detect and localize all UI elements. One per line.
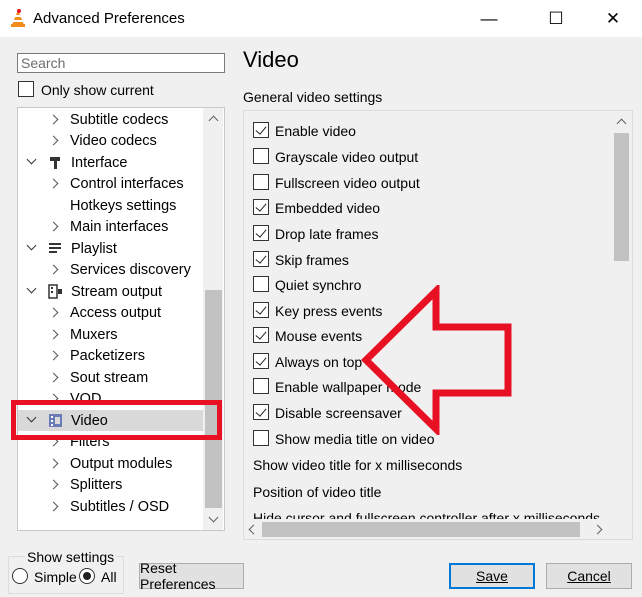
tree-item-services-discovery[interactable]: Services discovery	[18, 259, 208, 280]
tree-item-interface[interactable]: Interface	[18, 152, 208, 173]
chevron-right-icon[interactable]	[48, 178, 59, 189]
tree-item-hotkeys-settings[interactable]: Hotkeys settings	[18, 195, 208, 216]
show-settings-label: Show settings	[25, 549, 117, 565]
tree-item-output-modules[interactable]: Output modules	[18, 453, 208, 474]
video-title-duration-label: Show video title for x milliseconds	[253, 457, 463, 473]
option-label: Drop late frames	[275, 226, 379, 242]
video-title-position-label: Position of video title	[253, 484, 382, 500]
chevron-down-icon[interactable]	[26, 283, 37, 294]
option-label: Enable video	[275, 123, 356, 139]
category-tree[interactable]: Subtitle codecs Video codecs Interface C…	[17, 107, 225, 531]
chevron-right-icon[interactable]	[48, 221, 59, 232]
reset-preferences-button[interactable]: Reset Preferences	[139, 560, 244, 592]
chevron-right-icon[interactable]	[48, 264, 59, 275]
chevron-right-icon[interactable]	[48, 135, 59, 146]
maximize-button[interactable]: ☐	[533, 0, 579, 37]
minimize-button[interactable]: —	[466, 0, 512, 37]
disable-screensaver-checkbox[interactable]	[253, 404, 269, 420]
title-bar: Advanced Preferences — ☐ ✕	[0, 0, 642, 37]
stream-output-icon	[48, 284, 62, 299]
only-show-current-label: Only show current	[41, 82, 154, 98]
chevron-down-icon[interactable]	[26, 240, 37, 251]
mouse-events-checkbox[interactable]	[253, 327, 269, 343]
close-button[interactable]: ✕	[590, 0, 636, 37]
option-label: Fullscreen video output	[275, 175, 420, 191]
tree-item-video-codecs[interactable]: Video codecs	[18, 130, 208, 151]
clipped-row: Hide cursor and fullscreen controller af…	[253, 510, 610, 519]
tree-item-control-interfaces[interactable]: Control interfaces	[18, 173, 208, 194]
simple-label: Simple	[34, 569, 77, 585]
tree-item-main-interfaces[interactable]: Main interfaces	[18, 216, 208, 237]
wallpaper-mode-checkbox[interactable]	[253, 378, 269, 394]
tree-item-playlist[interactable]: Playlist	[18, 238, 208, 259]
section-heading: Video	[243, 47, 299, 72]
section-subheading: General video settings	[243, 89, 383, 105]
hide-cursor-label: Hide cursor and fullscreen controller af…	[253, 510, 601, 519]
interface-icon	[50, 157, 60, 169]
chevron-right-icon[interactable]	[48, 372, 59, 383]
tree-item-subtitle-codecs[interactable]: Subtitle codecs	[18, 109, 208, 130]
option-label: Skip frames	[275, 252, 349, 268]
enable-video-checkbox[interactable]	[253, 122, 269, 138]
chevron-right-icon[interactable]	[48, 501, 59, 512]
save-button[interactable]: Save	[449, 563, 535, 589]
quiet-synchro-checkbox[interactable]	[253, 276, 269, 292]
tree-item-subtitles-osd[interactable]: Subtitles / OSD	[18, 496, 208, 517]
tree-scrollbar-thumb[interactable]	[205, 290, 222, 508]
search-input[interactable]: Search	[17, 53, 225, 73]
tree-item-muxers[interactable]: Muxers	[18, 324, 208, 345]
settings-scrollbar-thumb[interactable]	[614, 133, 629, 261]
chevron-right-icon[interactable]	[48, 479, 59, 490]
option-label: Always on top	[275, 354, 363, 370]
only-show-current-checkbox[interactable]	[18, 81, 34, 97]
option-label: Embedded video	[275, 200, 381, 216]
tree-item-sout-stream[interactable]: Sout stream	[18, 367, 208, 388]
tree-item-packetizers[interactable]: Packetizers	[18, 345, 208, 366]
chevron-right-icon[interactable]	[48, 307, 59, 318]
fullscreen-checkbox[interactable]	[253, 174, 269, 190]
option-label: Quiet synchro	[275, 277, 362, 293]
red-arrow-annotation	[361, 285, 512, 435]
embedded-video-checkbox[interactable]	[253, 199, 269, 215]
chevron-right-icon[interactable]	[48, 329, 59, 340]
all-radio[interactable]	[79, 568, 95, 584]
cancel-button[interactable]: Cancel	[546, 563, 632, 589]
simple-radio[interactable]	[12, 568, 28, 584]
tree-item-stream-output[interactable]: Stream output	[18, 281, 208, 302]
tree-item-splitters[interactable]: Splitters	[18, 474, 208, 495]
all-label: All	[101, 569, 117, 585]
chevron-down-icon[interactable]	[26, 154, 37, 165]
chevron-right-icon[interactable]	[48, 458, 59, 469]
chevron-right-icon[interactable]	[48, 350, 59, 361]
playlist-icon	[49, 243, 61, 253]
key-press-events-checkbox[interactable]	[253, 302, 269, 318]
show-media-title-checkbox[interactable]	[253, 430, 269, 446]
tree-item-access-output[interactable]: Access output	[18, 302, 208, 323]
skip-frames-checkbox[interactable]	[253, 251, 269, 267]
grayscale-checkbox[interactable]	[253, 148, 269, 164]
chevron-right-icon[interactable]	[48, 114, 59, 125]
option-label: Mouse events	[275, 328, 363, 344]
window-title: Advanced Preferences	[33, 10, 185, 27]
option-label: Grayscale video output	[275, 149, 419, 165]
highlight-box	[11, 400, 222, 440]
always-on-top-checkbox[interactable]	[253, 353, 269, 369]
vlc-cone-icon	[11, 9, 25, 27]
settings-hscrollbar-thumb[interactable]	[262, 522, 580, 537]
drop-late-frames-checkbox[interactable]	[253, 225, 269, 241]
